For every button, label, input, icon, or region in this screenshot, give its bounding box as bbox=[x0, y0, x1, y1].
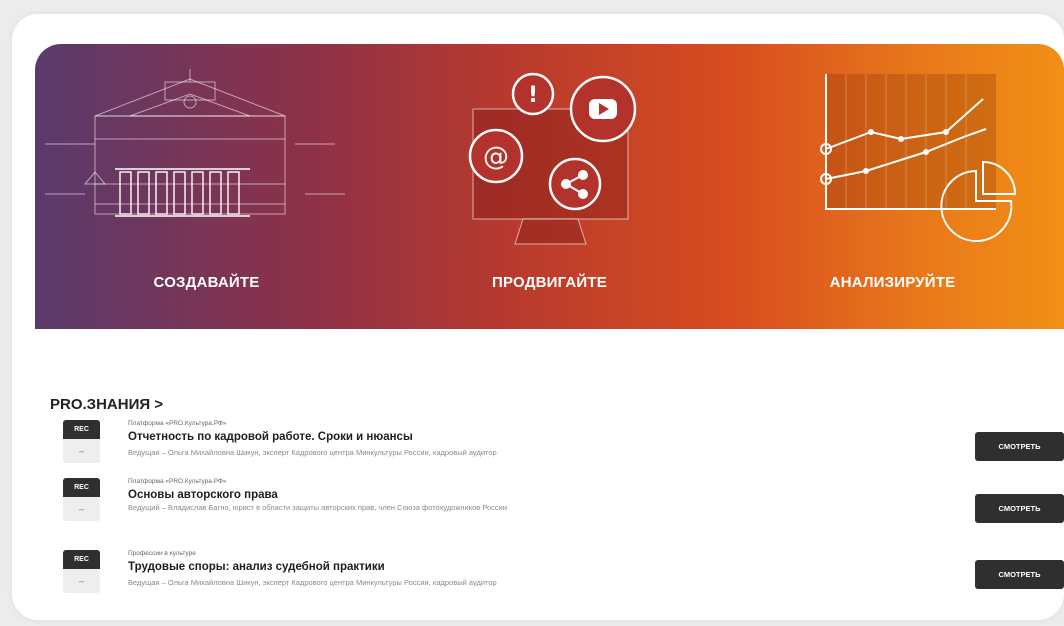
rec-badge: REC – bbox=[63, 550, 100, 593]
course-meta: Платформа «PRO.Культура.РФ» Отчетность п… bbox=[128, 420, 608, 458]
course-title[interactable]: Основы авторского права bbox=[128, 489, 608, 501]
analytics-chart-icon bbox=[820, 74, 1017, 242]
banner-item-analyze[interactable]: АНАЛИЗИРУЙТЕ bbox=[721, 44, 1064, 329]
svg-text:!: ! bbox=[528, 83, 538, 108]
monitor-social-icon: @ ! bbox=[468, 72, 637, 245]
course-platform: Профессии в культуре bbox=[128, 550, 196, 557]
banner-item-promote[interactable]: @ ! ПРОДВИГАЙТЕ bbox=[378, 44, 721, 329]
course-host: Ведущая – Ольга Михайловна Шикун, экспер… bbox=[128, 448, 497, 457]
rec-label: REC bbox=[63, 550, 100, 569]
rec-badge: REC – bbox=[63, 478, 100, 521]
rec-label: REC bbox=[63, 478, 100, 497]
banner-label-create: СОЗДАВАЙТЕ bbox=[153, 274, 260, 291]
rec-badge: REC – bbox=[63, 420, 100, 463]
rec-label: REC bbox=[63, 420, 100, 439]
course-title[interactable]: Трудовые споры: анализ судебной практики bbox=[128, 561, 608, 573]
course-platform: Платформа «PRO.Культура.РФ» bbox=[128, 420, 227, 427]
rec-sub: – bbox=[78, 504, 84, 514]
hero-banner: СОЗДАВАЙТЕ @ ! ПРОДВИГАЙТЕ АНАЛИЗИРУЙТЕ bbox=[35, 44, 1064, 329]
rec-sub: – bbox=[78, 446, 84, 456]
svg-text:@: @ bbox=[483, 142, 509, 172]
section-title-knowledge[interactable]: PRO.ЗНАНИЯ > bbox=[50, 396, 163, 413]
course-row: REC – Профессии в культуре Трудовые спор… bbox=[50, 550, 1064, 608]
watch-button[interactable]: СМОТРЕТЬ bbox=[975, 560, 1064, 589]
banner-label-promote: ПРОДВИГАЙТЕ bbox=[492, 274, 607, 291]
course-meta: Платформа «PRO.Культура.РФ» Основы автор… bbox=[128, 478, 608, 513]
course-host: Ведущий – Владислав Багно, юрист в облас… bbox=[128, 503, 508, 512]
course-host: Ведущая – Ольга Михайловна Шикун, экспер… bbox=[128, 578, 497, 587]
watch-button[interactable]: СМОТРЕТЬ bbox=[975, 494, 1064, 523]
course-row: REC – Платформа «PRO.Культура.РФ» Основы… bbox=[50, 478, 1064, 544]
course-title[interactable]: Отчетность по кадровой работе. Сроки и н… bbox=[128, 431, 608, 443]
theater-building-icon bbox=[45, 69, 345, 217]
rec-sub: – bbox=[78, 576, 84, 586]
course-meta: Профессии в культуре Трудовые споры: ана… bbox=[128, 550, 608, 588]
main-card: СОЗДАВАЙТЕ @ ! ПРОДВИГАЙТЕ АНАЛИЗИРУЙТЕ … bbox=[12, 14, 1064, 620]
watch-button[interactable]: СМОТРЕТЬ bbox=[975, 432, 1064, 461]
banner-item-create[interactable]: СОЗДАВАЙТЕ bbox=[35, 44, 378, 329]
course-row: REC – Платформа «PRO.Культура.РФ» Отчетн… bbox=[50, 420, 1064, 478]
banner-label-analyze: АНАЛИЗИРУЙТЕ bbox=[829, 274, 956, 291]
course-platform: Платформа «PRO.Культура.РФ» bbox=[128, 478, 227, 485]
